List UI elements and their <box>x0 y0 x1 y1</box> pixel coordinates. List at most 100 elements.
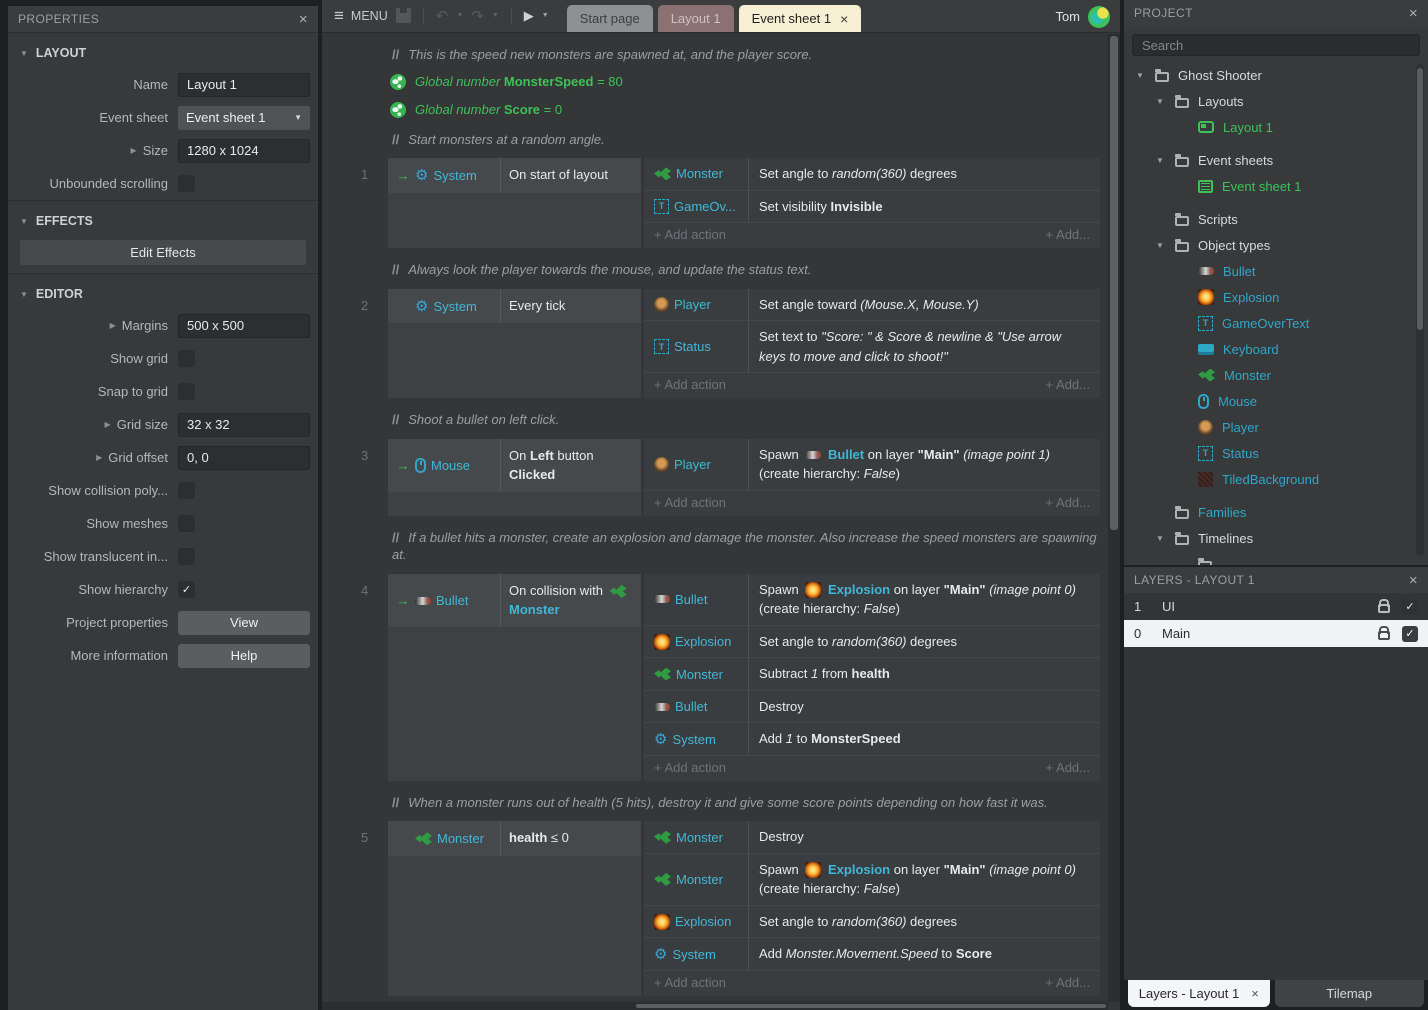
action-row[interactable]: Monster Spawn Explosion on layer "Main" … <box>644 854 1100 906</box>
show-meshes-checkbox[interactable] <box>178 515 195 532</box>
add-action-link[interactable]: + Add action <box>654 975 726 990</box>
action-row[interactable]: Bullet Destroy <box>644 691 1100 724</box>
preview-play-icon[interactable]: ▶ <box>524 8 534 24</box>
action-row[interactable]: TStatus Set text to "Score: " & Score & … <box>644 321 1100 373</box>
tree-item-bullet[interactable]: Bullet <box>1124 258 1428 284</box>
tree-item-tiledbackground[interactable]: TiledBackground <box>1124 466 1428 492</box>
size-field[interactable] <box>178 139 310 163</box>
condition-text[interactable]: Every tick <box>500 289 641 324</box>
expand-icon[interactable]: ▶ <box>96 453 102 462</box>
undo-dropdown-icon[interactable]: ▼ <box>456 12 463 19</box>
tab-layers-layout-1[interactable]: Layers - Layout 1 × <box>1128 980 1270 1007</box>
add-more-link[interactable]: + Add... <box>1046 377 1090 392</box>
redo-dropdown-icon[interactable]: ▼ <box>492 12 499 19</box>
close-icon[interactable]: × <box>1251 986 1259 1001</box>
layer-row-main[interactable]: 0 Main ✓ <box>1124 620 1428 647</box>
tree-item-event-sheets[interactable]: ▼ Event sheets <box>1124 147 1428 173</box>
user-avatar[interactable] <box>1088 6 1110 28</box>
layer-visibility-checkbox[interactable]: ✓ <box>1402 599 1418 615</box>
global-variable-score[interactable]: Global number Score = 0 <box>390 102 1100 118</box>
snap-to-grid-checkbox[interactable] <box>178 383 195 400</box>
undo-icon[interactable]: ↶ <box>436 7 449 25</box>
tree-item-partial[interactable] <box>1124 551 1428 565</box>
tree-item-gameovertext[interactable]: T GameOverText <box>1124 310 1428 336</box>
show-grid-checkbox[interactable] <box>178 350 195 367</box>
show-translucent-checkbox[interactable] <box>178 548 195 565</box>
tree-item-scripts[interactable]: Scripts <box>1124 206 1428 232</box>
add-more-link[interactable]: + Add... <box>1046 760 1090 775</box>
help-button[interactable]: Help <box>178 644 310 668</box>
search-input[interactable] <box>1132 34 1420 56</box>
comment[interactable]: //Start monsters at a random angle. <box>392 131 1100 149</box>
section-effects[interactable]: ▼ EFFECTS <box>8 200 318 236</box>
lock-icon[interactable] <box>1378 631 1390 640</box>
close-icon[interactable]: × <box>1409 573 1418 588</box>
tree-item-keyboard[interactable]: Keyboard <box>1124 336 1428 362</box>
comment[interactable]: //When a monster runs out of health (5 h… <box>392 794 1100 812</box>
tree-item-event-sheet-1[interactable]: Event sheet 1 <box>1124 173 1428 199</box>
condition-block[interactable]: ⚙ System Every tick <box>388 289 641 399</box>
tree-item-status[interactable]: T Status <box>1124 440 1428 466</box>
expand-icon[interactable]: ▶ <box>105 420 111 429</box>
condition-object[interactable]: → Bullet <box>388 574 500 628</box>
tree-item-monster[interactable]: Monster <box>1124 362 1428 388</box>
condition-block[interactable]: Monster health ≤ 0 <box>388 821 641 996</box>
event-sheet-vertical-scrollbar[interactable] <box>1108 34 1120 1002</box>
condition-object[interactable]: ⚙ System <box>388 289 500 324</box>
event-sheet-select[interactable]: Event sheet 1 ▼ <box>178 106 310 130</box>
expand-icon[interactable]: ▶ <box>131 146 137 155</box>
close-icon[interactable]: × <box>1409 6 1418 21</box>
add-more-link[interactable]: + Add... <box>1046 495 1090 510</box>
action-row[interactable]: Monster Destroy <box>644 821 1100 854</box>
show-collision-checkbox[interactable] <box>178 482 195 499</box>
comment[interactable]: //Always look the player towards the mou… <box>392 261 1100 279</box>
tab-start-page[interactable]: Start page <box>567 5 653 32</box>
caret-down-icon[interactable]: ▼ <box>1156 241 1166 250</box>
action-row[interactable]: ⚙System Add 1 to MonsterSpeed <box>644 723 1100 756</box>
condition-object[interactable]: → ⚙ System <box>388 158 500 193</box>
action-row[interactable]: Monster Subtract 1 from health <box>644 658 1100 691</box>
tree-item-families[interactable]: Families <box>1124 499 1428 525</box>
caret-down-icon[interactable]: ▼ <box>1156 534 1166 543</box>
edit-effects-button[interactable]: Edit Effects <box>20 240 306 265</box>
unbounded-scrolling-checkbox[interactable] <box>178 175 195 192</box>
action-row[interactable]: Player Spawn Bullet on layer "Main" (ima… <box>644 439 1100 491</box>
comment[interactable]: //If a bullet hits a monster, create an … <box>392 529 1100 564</box>
close-icon[interactable]: × <box>299 12 308 27</box>
add-action-link[interactable]: + Add action <box>654 760 726 775</box>
close-icon[interactable]: × <box>840 11 848 27</box>
user-account[interactable]: Tom <box>1055 0 1110 33</box>
project-scrollbar[interactable] <box>1416 64 1424 556</box>
action-row[interactable]: Player Set angle toward (Mouse.X, Mouse.… <box>644 289 1100 322</box>
expand-icon[interactable]: ▶ <box>110 321 116 330</box>
action-row[interactable]: Explosion Set angle to random(360) degre… <box>644 626 1100 659</box>
condition-block[interactable]: → Bullet On collision with Monster <box>388 574 641 781</box>
grid-offset-field[interactable] <box>178 446 310 470</box>
action-row[interactable]: TGameOv... Set visibility Invisible <box>644 191 1100 224</box>
condition-text[interactable]: health ≤ 0 <box>500 821 641 856</box>
action-row[interactable]: Monster Set angle to random(360) degrees <box>644 158 1100 191</box>
view-button[interactable]: View <box>178 611 310 635</box>
tree-item-timelines[interactable]: ▼ Timelines <box>1124 525 1428 551</box>
save-icon[interactable] <box>396 8 411 23</box>
section-layout[interactable]: ▼ LAYOUT <box>8 32 318 68</box>
layer-visibility-checkbox[interactable]: ✓ <box>1402 626 1418 642</box>
caret-down-icon[interactable]: ▼ <box>1156 156 1166 165</box>
tree-item-object-types[interactable]: ▼ Object types <box>1124 232 1428 258</box>
event-sheet-horizontal-scrollbar[interactable] <box>322 1002 1108 1010</box>
scrollbar-thumb[interactable] <box>1110 36 1118 530</box>
add-more-link[interactable]: + Add... <box>1046 227 1090 242</box>
grid-size-field[interactable] <box>178 413 310 437</box>
add-action-link[interactable]: + Add action <box>654 377 726 392</box>
add-action-link[interactable]: + Add action <box>654 495 726 510</box>
condition-text[interactable]: On start of layout <box>500 158 641 193</box>
redo-icon[interactable]: ↷ <box>471 7 484 25</box>
scrollbar-thumb[interactable] <box>636 1004 1106 1008</box>
section-editor[interactable]: ▼ EDITOR <box>8 273 318 309</box>
condition-text[interactable]: On collision with Monster <box>500 574 641 628</box>
layer-row-ui[interactable]: 1 UI ✓ <box>1124 593 1428 620</box>
condition-object[interactable]: Monster <box>388 821 500 856</box>
preview-dropdown-icon[interactable]: ▼ <box>542 12 549 19</box>
comment[interactable]: //Shoot a bullet on left click. <box>392 411 1100 429</box>
show-hierarchy-checkbox[interactable]: ✓ <box>178 581 195 598</box>
